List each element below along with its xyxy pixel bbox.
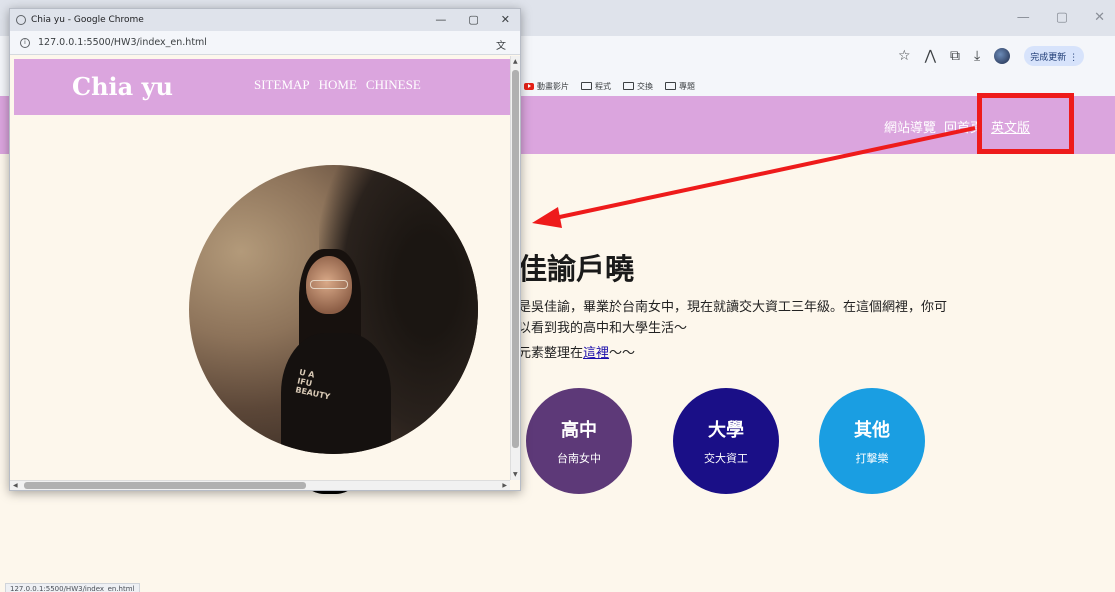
popup-address-bar[interactable]: i 127.0.0.1:5500/HW3/index_en.html — [10, 31, 520, 55]
main-window-controls: — ▢ ✕ — [1017, 10, 1105, 25]
nav-sitemap-link[interactable]: SITEMAP — [254, 77, 310, 93]
nav-home-link[interactable]: HOME — [319, 77, 357, 93]
bookmarks-list: 動畫影片 程式 交換 專題 — [524, 77, 695, 95]
globe-icon — [16, 15, 26, 25]
site-brand[interactable]: Chia yu — [72, 72, 173, 101]
maximize-button[interactable]: ▢ — [1056, 10, 1068, 25]
folder-icon — [623, 82, 634, 90]
popup-browser-window: Chia yu - Google Chrome — ▢ ✕ i 127.0.0.… — [9, 8, 521, 491]
others-button[interactable]: 其他 打擊樂 — [819, 388, 925, 494]
minimize-button[interactable]: — — [1017, 10, 1030, 25]
info-icon[interactable]: i — [20, 37, 30, 48]
extensions-icon[interactable]: ⧉ — [950, 48, 960, 64]
toolbar-icons: ☆ ⋀ ⧉ ⤓ 完成更新 ⋮ — [898, 46, 1085, 66]
popup-url[interactable]: 127.0.0.1:5500/HW3/index_en.html — [38, 37, 207, 48]
profile-avatar[interactable] — [994, 48, 1011, 64]
maximize-button[interactable]: ▢ — [468, 13, 478, 26]
intro-text: 是吳佳諭，畢業於台南女中，現在就讀交大資工三年級。在這個網裡，你可以看到我的高中… — [518, 300, 948, 336]
popup-nav-links: SITEMAP HOME CHINESE — [254, 77, 421, 93]
nav-chinese-link[interactable]: CHINESE — [366, 77, 421, 93]
folder-icon — [581, 82, 592, 90]
here-link[interactable]: 這裡 — [583, 346, 609, 361]
bookmark-item[interactable]: 專題 — [665, 81, 695, 92]
folder-icon — [665, 82, 676, 90]
reader-icon[interactable]: ⋀ — [925, 48, 936, 64]
horizontal-scrollbar[interactable]: ◀ ▶ — [10, 480, 510, 490]
minimize-button[interactable]: — — [435, 13, 446, 26]
bookmark-item[interactable]: 程式 — [581, 81, 611, 92]
download-icon[interactable]: ⤓ — [974, 48, 980, 64]
youtube-icon — [524, 82, 534, 90]
status-bar-url: 127.0.0.1:5500/HW3/index_en.html — [5, 583, 140, 592]
nav-sitemap-link[interactable]: 網站導覽 — [884, 117, 936, 136]
profile-photo: U A IFU BEAUTY — [189, 165, 478, 454]
translate-icon[interactable]: 文 — [496, 37, 506, 52]
annotation-highlight-box — [977, 93, 1074, 154]
close-button[interactable]: ✕ — [501, 13, 510, 26]
popup-title: Chia yu - Google Chrome — [31, 15, 144, 25]
bookmark-item[interactable]: 動畫影片 — [524, 81, 569, 92]
scroll-thumb[interactable] — [512, 70, 519, 448]
scroll-thumb[interactable] — [24, 482, 306, 489]
update-button[interactable]: 完成更新 ⋮ — [1024, 46, 1085, 66]
bookmark-item[interactable]: 交換 — [623, 81, 653, 92]
popup-window-controls: — ▢ ✕ — [435, 13, 510, 26]
university-button[interactable]: 大學 交大資工 — [673, 388, 779, 494]
intro-link-line: 元素整理在這裡～～ — [518, 346, 636, 361]
highschool-button[interactable]: 高中 台南女中 — [526, 388, 632, 494]
vertical-scrollbar[interactable]: ▲ ▼ — [510, 56, 520, 480]
bookmark-star-icon[interactable]: ☆ — [898, 48, 911, 64]
page-title: 佳諭戶曉 — [518, 252, 635, 286]
close-button[interactable]: ✕ — [1094, 10, 1105, 25]
